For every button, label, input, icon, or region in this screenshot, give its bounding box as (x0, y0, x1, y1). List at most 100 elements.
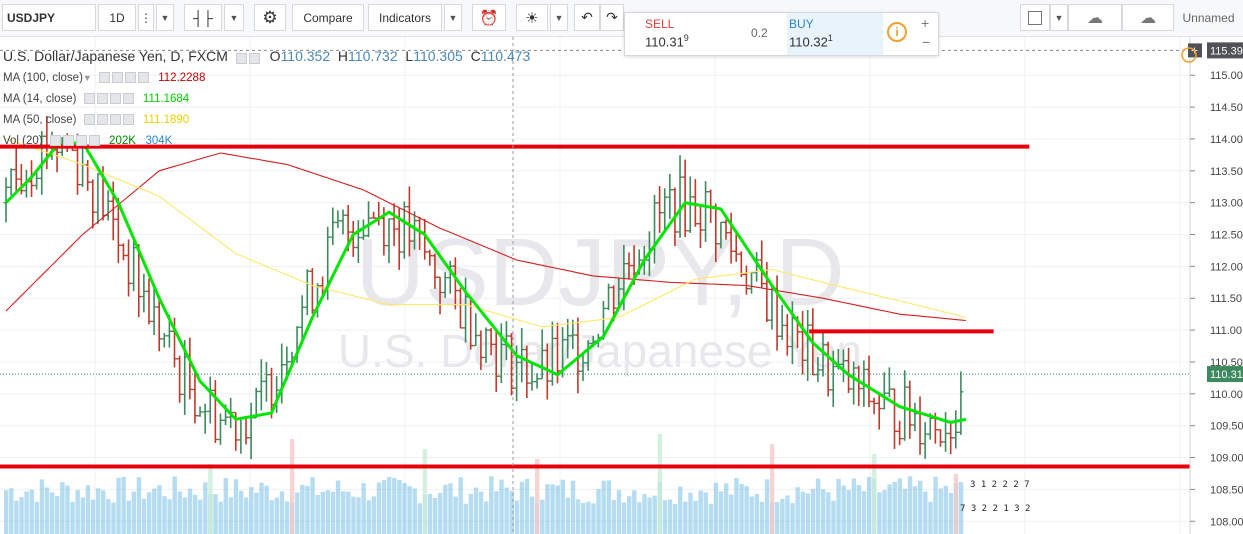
trade-panel: SELL 110.319 0.2 BUY 110.321 i + − (624, 12, 939, 56)
bar-style-button[interactable]: ┤├ (184, 4, 222, 31)
eye-icon[interactable] (99, 72, 111, 84)
legend-ma14[interactable]: MA (14, close) 111.1684 (3, 93, 189, 105)
volume-bar (581, 502, 586, 534)
chart-type-dropdown[interactable]: ▼ (1050, 4, 1068, 31)
ohlc-bar (943, 412, 949, 452)
volume-bar (683, 501, 688, 534)
ohlc-values: O110.352 H110.732 L110.305 C110.473 (270, 48, 531, 64)
legend-ma100[interactable]: MA (100, close)▼ 112.2288 (3, 72, 205, 84)
eye-icon[interactable] (83, 114, 95, 126)
volume-bar (821, 489, 826, 534)
gear-icon[interactable] (112, 72, 124, 84)
plus-icon[interactable] (75, 135, 87, 147)
load-layout-button[interactable]: ☁ (1068, 4, 1122, 31)
interval-button[interactable]: 1D (98, 4, 136, 31)
alert-button[interactable]: ⏰ (472, 4, 506, 31)
gear-icon[interactable] (248, 53, 260, 65)
close-icon[interactable] (122, 114, 134, 126)
price-tick-label: 113.00 (1210, 198, 1243, 210)
indicator-buttons[interactable] (49, 135, 102, 147)
volume-bar (274, 497, 280, 534)
volume-bar (346, 491, 351, 534)
chevron-down-icon: ▼ (82, 73, 92, 84)
volume-bar (616, 490, 622, 534)
ohlc-bar (263, 361, 269, 402)
gear-icon[interactable] (96, 114, 108, 126)
plus-icon[interactable] (109, 114, 121, 126)
plus-icon[interactable] (125, 72, 137, 84)
volume-bar (790, 503, 795, 534)
volume-bar (427, 493, 433, 534)
save-layout-button[interactable]: ☁ (1122, 4, 1174, 31)
price-tick-label: 108.00 (1210, 516, 1243, 528)
price-axis[interactable]: 108.00108.50109.00109.50110.00110.50111.… (1181, 37, 1243, 534)
volume-bar (565, 497, 571, 534)
eye-icon[interactable] (83, 93, 95, 105)
ohlc-bar (243, 416, 249, 445)
chart-type-button[interactable] (1020, 4, 1050, 31)
info-icon[interactable]: i (887, 22, 907, 42)
volume-bar (116, 477, 121, 534)
chevron-down-icon: ▼ (229, 12, 239, 23)
volume-bar (841, 485, 846, 534)
eye-icon[interactable] (235, 53, 247, 65)
volume-bar (734, 477, 739, 534)
buy-label[interactable]: BUY (789, 17, 814, 31)
indicator-buttons[interactable] (83, 93, 136, 105)
close-icon[interactable] (88, 135, 100, 147)
toolbar: USDJPY 1D ⋮ ▼ ┤├ ▼ ⚙ Compare Indicators … (0, 0, 1243, 37)
volume-bar (305, 485, 310, 534)
volume-bar (591, 503, 596, 534)
interval-menu-icon[interactable]: ⋮ (138, 4, 154, 31)
legend-ma50[interactable]: MA (50, close) 111.1890 (3, 114, 189, 126)
volume-bar (402, 483, 407, 534)
sell-label[interactable]: SELL (645, 17, 674, 31)
ohlc-bar (892, 388, 898, 449)
eye-icon[interactable] (49, 135, 61, 147)
volume-bar (386, 476, 392, 534)
legend-volume[interactable]: Vol (20) 202K 304K (3, 135, 172, 147)
interval-dropdown[interactable]: ▼ (156, 4, 174, 31)
undo-button[interactable]: ↶ (574, 4, 600, 31)
volume-bar (652, 495, 657, 534)
ohlc-bar (248, 402, 254, 460)
close-icon[interactable] (122, 93, 134, 105)
buy-price[interactable]: 110.321 (789, 33, 833, 49)
indicators-button[interactable]: Indicators (368, 4, 442, 31)
volume-bar (80, 497, 85, 534)
compare-button[interactable]: Compare (292, 4, 364, 31)
legend-buttons[interactable] (235, 49, 262, 65)
redo-button[interactable]: ↷ (600, 4, 624, 31)
volume-bar (524, 478, 530, 534)
volume-bar (366, 500, 371, 534)
gear-icon[interactable] (96, 93, 108, 105)
volume-bar (815, 478, 821, 534)
indicator-buttons[interactable] (83, 114, 136, 126)
replay-dropdown[interactable]: ▼ (550, 4, 568, 31)
ohlc-bar (85, 160, 91, 191)
settings-button[interactable]: ⚙ (254, 4, 286, 31)
volume-bar (769, 444, 775, 534)
series-title[interactable]: U.S. Dollar/Japanese Yen, D, FXCM (3, 48, 228, 64)
bottom-values-row2: 7 3 2 2 1 3 2 (960, 504, 1030, 514)
replay-button[interactable]: ☀ (516, 4, 548, 31)
plus-icon[interactable] (109, 93, 121, 105)
plus-icon[interactable]: + (921, 15, 929, 31)
close-icon[interactable] (138, 72, 150, 84)
minus-icon[interactable]: − (922, 34, 930, 50)
sell-price[interactable]: 110.319 (645, 33, 689, 49)
volume-bar (218, 501, 223, 534)
indicators-dropdown[interactable]: ▼ (444, 4, 462, 31)
volume-bar (468, 493, 474, 534)
volume-bar (182, 497, 188, 534)
chevron-down-icon: ▼ (160, 12, 170, 23)
price-chart[interactable]: USDJPY, D U.S. Dollar/Japanese Yen 108.0… (0, 37, 1243, 534)
gear-icon[interactable] (62, 135, 74, 147)
bar-style-dropdown[interactable]: ▼ (224, 4, 244, 31)
volume-bar (611, 499, 617, 534)
volume-bar (478, 491, 484, 534)
layout-name[interactable]: Unnamed (1174, 4, 1243, 31)
volume-bar (759, 501, 765, 534)
indicator-buttons[interactable] (99, 72, 151, 84)
symbol-input[interactable]: USDJPY (2, 4, 96, 31)
